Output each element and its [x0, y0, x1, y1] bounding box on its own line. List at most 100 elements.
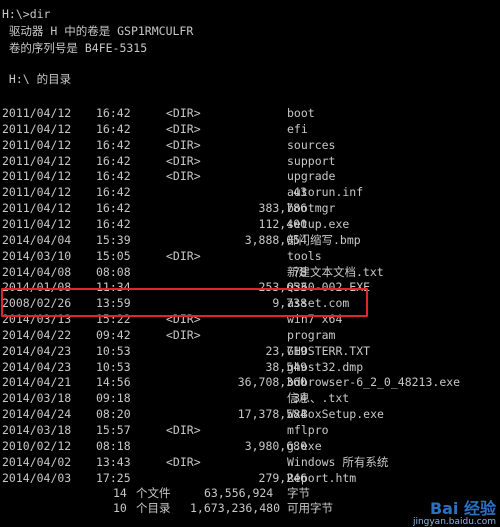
entry-dir-flag: <DIR> — [166, 169, 201, 184]
entry-name: setup.exe — [287, 216, 350, 231]
entry-name: g.exe — [287, 438, 322, 453]
entry-time: 11:34 — [96, 280, 131, 295]
entry-time: 09:42 — [96, 327, 131, 342]
entry-name: upgrade — [287, 169, 336, 184]
table-row: 2011/04/12 16:42 112,400 setup.exe — [0, 216, 500, 234]
entry-name: Q360-002.EXE — [287, 280, 371, 295]
entry-time: 08:20 — [96, 407, 131, 422]
watermark-url: jingyan.baidu.com — [412, 517, 496, 527]
entry-time: 16:42 — [96, 121, 131, 136]
entry-name: 信息、.txt — [287, 391, 350, 406]
entry-date: 2014/01/08 — [2, 280, 72, 295]
table-row: 2014/04/02 13:43 <DIR> Windows 所有系统 — [0, 454, 500, 472]
entry-dir-flag: <DIR> — [166, 454, 201, 469]
entry-name: Report.htm — [287, 470, 357, 485]
directory-header: H:\ 的目录 — [2, 72, 72, 86]
entry-time: 15:57 — [96, 423, 131, 437]
entry-date: 2011/04/12 — [2, 153, 72, 168]
entry-name: win7 x64 — [287, 312, 343, 327]
entry-name: WxBoxSetup.exe — [287, 407, 384, 422]
entry-time: 17:25 — [96, 470, 131, 485]
entry-dir-flag: <DIR> — [166, 121, 201, 136]
entry-date: 2014/03/18 — [2, 391, 72, 406]
table-row: 2014/04/23 10:53 23,719 GHOSTERR.TXT — [0, 343, 500, 361]
volume-label-line: 驱动器 H 中的卷是 GSP1RMCULFR — [2, 24, 194, 38]
table-row: 2011/04/12 16:42 383,786 bootmgr — [0, 202, 500, 218]
table-row: 2011/04/12 16:42 <DIR> efi — [0, 121, 500, 139]
entry-time: 09:18 — [96, 391, 131, 406]
console-window[interactable]: H:\>dir 驱动器 H 中的卷是 GSP1RMCULFR 卷的序列号是 B4… — [0, 0, 500, 527]
entry-dir-flag: <DIR> — [166, 153, 201, 168]
entry-time: 16:42 — [96, 137, 131, 152]
entry-time: 16:42 — [96, 201, 131, 216]
entry-time: 16:42 — [96, 153, 131, 168]
entry-name: 部门缩写.bmp — [287, 232, 361, 247]
files-count: 14 — [113, 486, 127, 500]
entry-date: 2011/04/12 — [2, 201, 72, 216]
table-row: 2011/04/12 16:42 <DIR> upgrade — [0, 170, 500, 186]
table-row: 2014/03/13 15:22 <DIR> win7 x64 — [0, 313, 500, 329]
table-row: 2014/03/18 09:18 34 信息、.txt — [0, 392, 500, 408]
entry-dir-flag: <DIR> — [166, 248, 201, 263]
entry-time: 16:42 — [96, 106, 131, 120]
entry-date: 2014/04/23 — [2, 343, 72, 358]
files-bytes-label: 字节 — [287, 486, 310, 500]
entry-date: 2014/04/08 — [2, 264, 72, 279]
dirs-count: 10 — [113, 501, 127, 515]
entry-name: tools — [287, 248, 322, 263]
entry-name: program — [287, 327, 336, 342]
entry-date: 2014/04/04 — [2, 232, 72, 247]
entry-time: 13:59 — [96, 296, 131, 311]
table-row: 2011/04/12 16:42 <DIR> sources — [0, 137, 500, 155]
entry-dir-flag: <DIR> — [166, 327, 201, 342]
entry-name: autorun.inf — [287, 185, 364, 200]
free-bytes: 1,673,236,480 — [190, 501, 281, 515]
entry-time: 15:39 — [96, 232, 131, 247]
entry-time: 13:43 — [96, 454, 131, 469]
baidu-logo-icon: Bai 经验 — [429, 499, 496, 518]
entry-dir-flag: <DIR> — [166, 312, 201, 327]
entry-time: 10:53 — [96, 343, 131, 358]
table-row: 2010/02/12 08:18 3,980,680 g.exe — [0, 438, 500, 456]
entry-name: Windows 所有系统 — [287, 454, 389, 469]
table-row: 2014/04/23 10:53 38,549 ghost32.dmp — [0, 359, 500, 377]
table-row: 2014/03/18 15:57 <DIR> mflpro — [0, 424, 500, 440]
entry-name: bootmgr — [287, 201, 336, 216]
entry-name: bdbrowser-6_2_0_48213.exe — [287, 375, 461, 390]
entry-name: mflpro — [287, 423, 329, 437]
table-row: 2014/04/21 14:56 36,708,360 bdbrowser-6_2_0… — [0, 376, 500, 392]
entry-time: 08:08 — [96, 264, 131, 279]
entry-time: 14:56 — [96, 375, 131, 390]
entry-name: efi — [287, 121, 308, 136]
entry-dir-flag: <DIR> — [166, 423, 201, 437]
entry-name: asset.com — [287, 296, 350, 311]
entry-date: 2014/04/24 — [2, 407, 72, 422]
entry-date: 2011/04/12 — [2, 137, 72, 152]
entry-date: 2014/03/18 — [2, 423, 72, 437]
dirs-label: 个目录 — [136, 501, 171, 515]
entry-date: 2011/04/12 — [2, 185, 72, 200]
files-label: 个文件 — [136, 486, 171, 500]
entry-date: 2014/04/03 — [2, 470, 72, 485]
entry-name: ghost32.dmp — [287, 359, 364, 374]
table-row: 2011/04/12 16:42 <DIR> support — [0, 153, 500, 171]
baidu-watermark: Bai 经验 jingyan.baidu.com — [413, 501, 496, 527]
free-bytes-label: 可用字节 — [287, 501, 333, 515]
entry-time: 15:05 — [96, 248, 131, 263]
entry-date: 2014/04/21 — [2, 375, 72, 390]
entry-name: support — [287, 153, 336, 168]
entry-name: 新建文本文档.txt — [287, 264, 384, 279]
entry-date: 2014/04/02 — [2, 454, 72, 469]
entry-date: 2008/02/26 — [2, 296, 72, 311]
table-row: 2014/04/08 08:08 78 新建文本文档.txt — [0, 264, 500, 282]
table-row: 2011/04/12 16:42 <DIR> boot — [0, 107, 500, 123]
entry-name: boot — [287, 106, 315, 120]
entry-date: 2014/03/10 — [2, 248, 72, 263]
entry-time: 08:18 — [96, 438, 131, 453]
entry-date: 2014/03/13 — [2, 312, 72, 327]
entry-date: 2014/04/23 — [2, 359, 72, 374]
table-row: 2014/04/03 17:25 279,246 Report.htm — [0, 470, 500, 488]
entry-date: 2011/04/12 — [2, 169, 72, 184]
table-row: 2011/04/12 16:42 43 autorun.inf — [0, 186, 500, 202]
entry-time: 16:42 — [96, 169, 131, 184]
